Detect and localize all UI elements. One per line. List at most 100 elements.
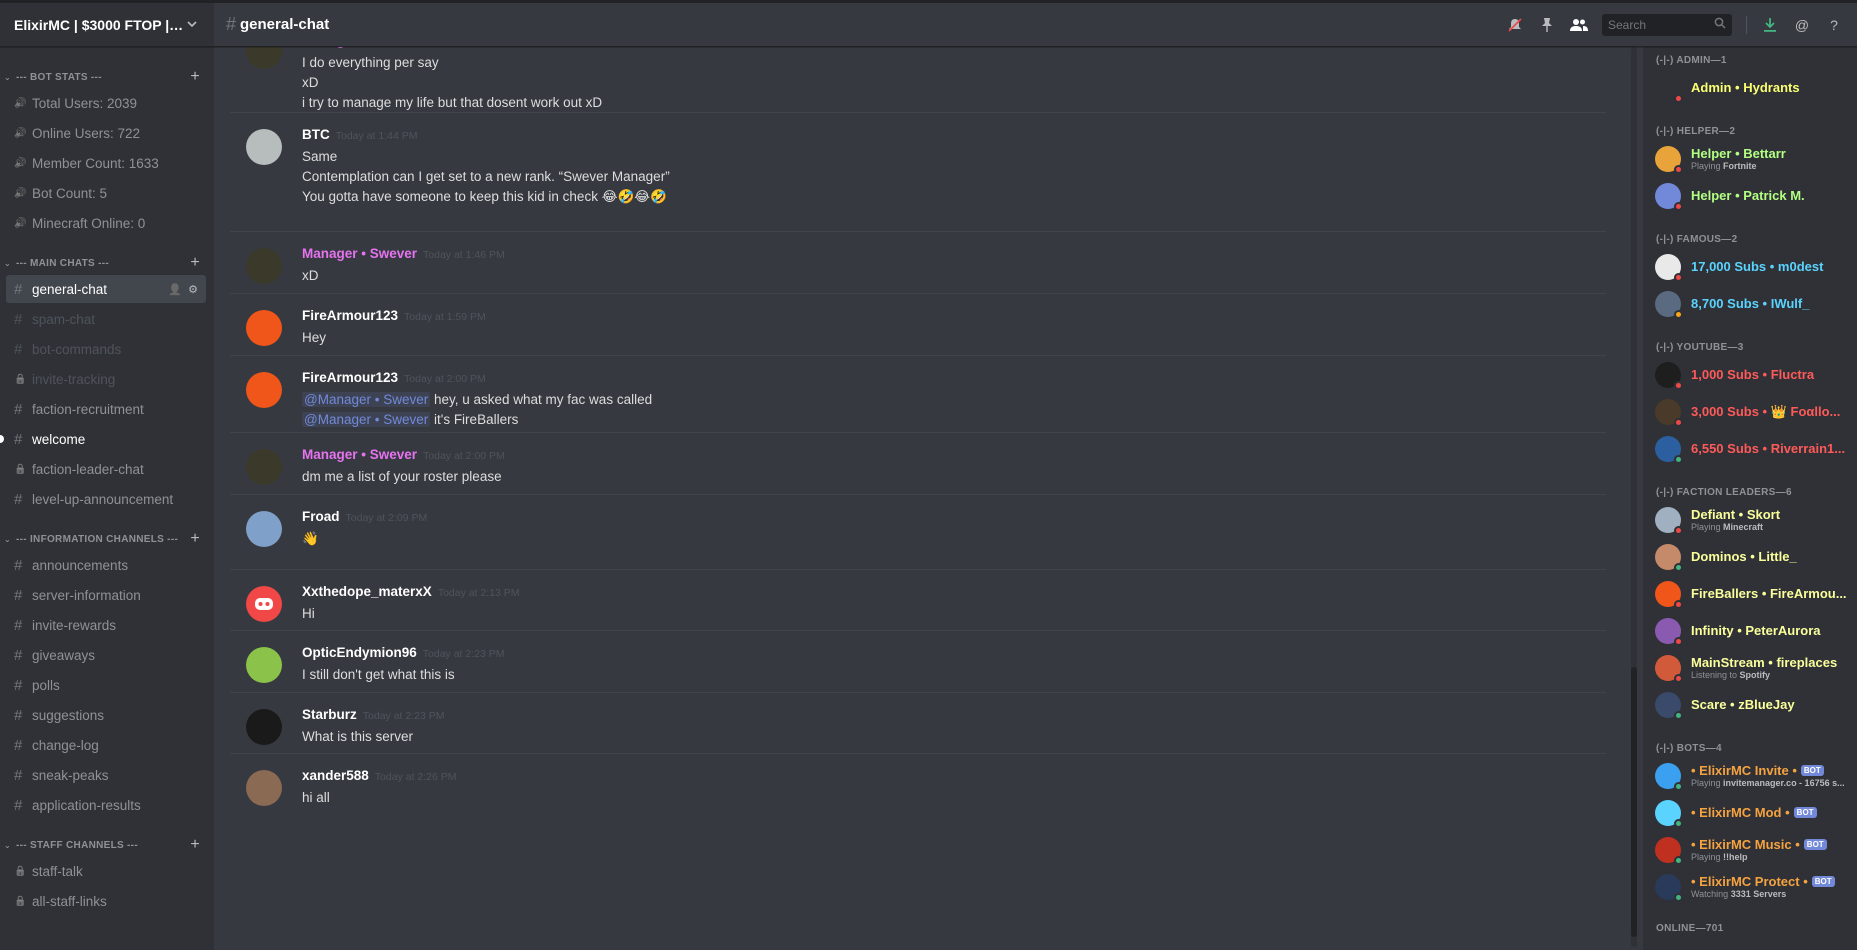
channel-item[interactable]: 🔒 invite-tracking [6, 365, 206, 393]
user-avatar[interactable] [246, 47, 282, 69]
channel-item[interactable]: # spam-chat [6, 305, 206, 333]
member-item[interactable]: FireBallers • FireArmou... [1643, 575, 1857, 612]
channel-sidebar: ElixirMC | $3000 FTOP | S... ⌄ --- BOT ST… [0, 3, 214, 950]
mentions-icon[interactable]: @ [1793, 16, 1811, 34]
add-channel-icon[interactable]: + [190, 254, 200, 272]
channel-item[interactable]: # change-log [6, 731, 206, 759]
member-item[interactable]: • ElixirMC Mod • BOT [1643, 794, 1857, 831]
member-item[interactable]: Dominos • Little_ [1643, 538, 1857, 575]
channel-item[interactable]: # welcome [0, 425, 206, 453]
member-item[interactable]: Admin • Hydrants [1643, 69, 1857, 106]
channel-category[interactable]: ⌄ --- STAFF CHANNELS --- + [0, 835, 214, 855]
add-channel-icon[interactable]: + [190, 836, 200, 854]
member-name-text: MainStream • fireplaces [1691, 655, 1838, 670]
member-item[interactable]: 8,700 Subs • IWulf_ [1643, 285, 1857, 322]
channel-item[interactable]: # level-up-announcement [6, 485, 206, 513]
message-author[interactable]: BTC [302, 127, 330, 142]
create-invite-icon[interactable]: 👤 [168, 283, 182, 296]
chat-area: # general-chat Search @ ? I do everythin… [214, 3, 1857, 950]
member-item[interactable]: 3,000 Subs • 👑 Fоαllo... [1643, 393, 1857, 430]
member-item[interactable]: Scare • zBlueJay [1643, 686, 1857, 723]
download-icon[interactable] [1761, 16, 1779, 34]
search-input[interactable]: Search [1602, 13, 1732, 36]
member-item[interactable]: • ElixirMC Invite • BOT Playing invitemana… [1643, 757, 1857, 794]
category-name: --- BOT STATS --- [16, 71, 102, 83]
message-author[interactable]: Froad [302, 509, 340, 524]
hash-icon: # [14, 490, 23, 508]
channel-item[interactable]: # application-results [6, 791, 206, 819]
mute-notifications-icon[interactable] [1506, 16, 1524, 34]
channel-item[interactable]: 🔒 faction-leader-chat [6, 455, 206, 483]
add-channel-icon[interactable]: + [190, 68, 200, 86]
member-activity: Listening to Spotify [1691, 670, 1771, 680]
user-avatar[interactable] [246, 129, 282, 165]
member-item[interactable]: MainStream • fireplaces Listening to Spot… [1643, 649, 1857, 686]
channel-item[interactable]: # sneak-peaks [6, 761, 206, 789]
channel-item[interactable]: # server-information [6, 581, 206, 609]
channel-item[interactable]: # invite-rewards [6, 611, 206, 639]
channel-item[interactable]: # announcements [6, 551, 206, 579]
user-avatar[interactable] [246, 647, 282, 683]
chat-message: OpticEndymion96 Today at 2:23 PM I still d… [230, 630, 1606, 683]
channel-item[interactable]: 🔊 Total Users: 2039 [6, 89, 206, 117]
message-author[interactable]: OpticEndymion96 [302, 645, 417, 660]
message-author[interactable]: Starburz [302, 707, 357, 722]
message-author[interactable]: Xxthedope_materxX [302, 584, 432, 599]
channel-category[interactable]: ⌄ --- BOT STATS --- + [0, 67, 214, 87]
member-item[interactable]: Helper • Patrick M. [1643, 177, 1857, 214]
message-author[interactable]: FireArmour123 [302, 308, 398, 323]
member-item[interactable]: 1,000 Subs • Fluctra [1643, 356, 1857, 393]
locked-channel-icon: 🔒 [14, 895, 27, 907]
user-avatar[interactable] [246, 449, 282, 485]
member-item[interactable]: 6,550 Subs • Riverrain1... [1643, 430, 1857, 467]
user-avatar[interactable] [246, 372, 282, 408]
channel-item[interactable]: # suggestions [6, 701, 206, 729]
channel-label: welcome [32, 431, 86, 447]
channel-label: invite-tracking [32, 371, 116, 387]
member-item[interactable]: Infinity • PeterAurora [1643, 612, 1857, 649]
user-avatar[interactable] [246, 586, 282, 622]
channel-item[interactable]: # general-chat 👤 ⚙ [6, 275, 206, 303]
message-text: Same [302, 149, 338, 164]
member-item[interactable]: Helper • Bettarr Playing Fortnite [1643, 140, 1857, 177]
channel-item[interactable]: # bot-commands [6, 335, 206, 363]
message-author[interactable]: xander588 [302, 768, 369, 783]
channel-item[interactable]: # faction-recruitment [6, 395, 206, 423]
member-item[interactable]: Defiant • Skort Playing Minecraft [1643, 501, 1857, 538]
member-avatar [1655, 74, 1683, 103]
pin-icon[interactable] [1538, 16, 1556, 34]
channel-label: all-staff-links [32, 893, 107, 909]
channel-category[interactable]: ⌄ --- INFORMATION CHANNELS --- + [0, 529, 214, 549]
channel-item[interactable]: 🔒 all-staff-links [6, 887, 206, 915]
member-list-icon[interactable] [1570, 16, 1588, 34]
message-author[interactable]: FireArmour123 [302, 370, 398, 385]
user-avatar[interactable] [246, 709, 282, 745]
add-channel-icon[interactable]: + [190, 530, 200, 548]
message-author[interactable]: Manager • Swever [302, 47, 417, 48]
guild-header[interactable]: ElixirMC | $3000 FTOP | S... [0, 3, 214, 47]
message-scrollbar[interactable] [1631, 47, 1637, 947]
user-avatar[interactable] [246, 770, 282, 806]
user-avatar[interactable] [246, 310, 282, 346]
user-avatar[interactable] [246, 511, 282, 547]
user-mention[interactable]: @Manager • Swever [302, 392, 431, 407]
user-avatar[interactable] [246, 248, 282, 284]
user-mention[interactable]: @Manager • Swever [302, 412, 431, 427]
member-item[interactable]: • ElixirMC Music • BOT Playing !!help [1643, 831, 1857, 868]
channel-item[interactable]: # polls [6, 671, 206, 699]
member-item[interactable]: • ElixirMC Protect • BOT Watching 3331 Ser… [1643, 868, 1857, 905]
message-author[interactable]: Manager • Swever [302, 447, 417, 462]
channel-item[interactable]: 🔊 Bot Count: 5 [6, 179, 206, 207]
channel-item[interactable]: 🔊 Minecraft Online: 0 [6, 209, 206, 237]
channel-category[interactable]: ⌄ --- MAIN CHATS --- + [0, 253, 214, 273]
message-author[interactable]: Manager • Swever [302, 246, 417, 261]
channel-item[interactable]: 🔊 Online Users: 722 [6, 119, 206, 147]
channel-item[interactable]: # giveaways [6, 641, 206, 669]
gear-icon[interactable]: ⚙ [188, 283, 198, 296]
member-item[interactable]: 17,000 Subs • m0dest [1643, 248, 1857, 285]
help-icon[interactable]: ? [1825, 16, 1843, 34]
channel-item[interactable]: 🔊 Member Count: 1633 [6, 149, 206, 177]
channel-item[interactable]: 🔒 staff-talk [6, 857, 206, 885]
scrollbar-thumb[interactable] [1631, 667, 1637, 937]
status-indicator [1674, 855, 1683, 865]
